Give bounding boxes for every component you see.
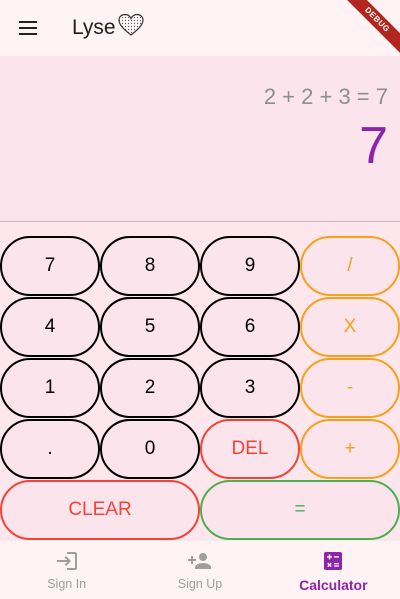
debug-label: DEBUG: [340, 0, 400, 57]
menu-button[interactable]: [0, 0, 56, 56]
equals-button[interactable]: =: [200, 480, 400, 540]
add-button[interactable]: +: [300, 419, 400, 479]
key-2[interactable]: 2: [100, 358, 200, 418]
subtract-button[interactable]: -: [300, 358, 400, 418]
app-title: Lyse: [72, 13, 144, 43]
key-9[interactable]: 9: [200, 236, 300, 296]
nav-sign-up[interactable]: Sign Up: [133, 541, 266, 599]
nav-sign-in[interactable]: Sign In: [0, 541, 133, 599]
key-4[interactable]: 4: [0, 297, 100, 357]
key-3[interactable]: 3: [200, 358, 300, 418]
calculator-icon: [324, 552, 343, 570]
key-8[interactable]: 8: [100, 236, 200, 296]
key-7[interactable]: 7: [0, 236, 100, 296]
calculator-display: 2 + 2 + 3 = 7 7: [0, 56, 400, 222]
key-6[interactable]: 6: [200, 297, 300, 357]
nav-sign-in-label: Sign In: [47, 577, 87, 591]
nav-calculator-label: Calculator: [299, 577, 368, 593]
heart-icon: [117, 13, 144, 43]
expression-text: 2 + 2 + 3 = 7: [263, 84, 388, 109]
delete-button[interactable]: DEL: [200, 419, 300, 479]
key-0[interactable]: 0: [100, 419, 200, 479]
decimal-button[interactable]: .: [0, 419, 100, 479]
result-text: 7: [359, 117, 388, 175]
clear-button[interactable]: CLEAR: [0, 480, 200, 540]
key-5[interactable]: 5: [100, 297, 200, 357]
key-1[interactable]: 1: [0, 358, 100, 418]
nav-calculator[interactable]: Calculator: [267, 541, 400, 599]
multiply-button[interactable]: X: [300, 297, 400, 357]
debug-banner: DEBUG: [340, 0, 400, 60]
divide-button[interactable]: /: [300, 236, 400, 296]
nav-sign-up-label: Sign Up: [177, 577, 223, 591]
bottom-navigation: Sign In Sign Up Calculator: [0, 541, 400, 599]
app-title-text: Lyse: [72, 16, 116, 39]
login-icon: [56, 552, 77, 570]
menu-icon: [19, 21, 37, 35]
person-add-icon: [187, 553, 211, 569]
